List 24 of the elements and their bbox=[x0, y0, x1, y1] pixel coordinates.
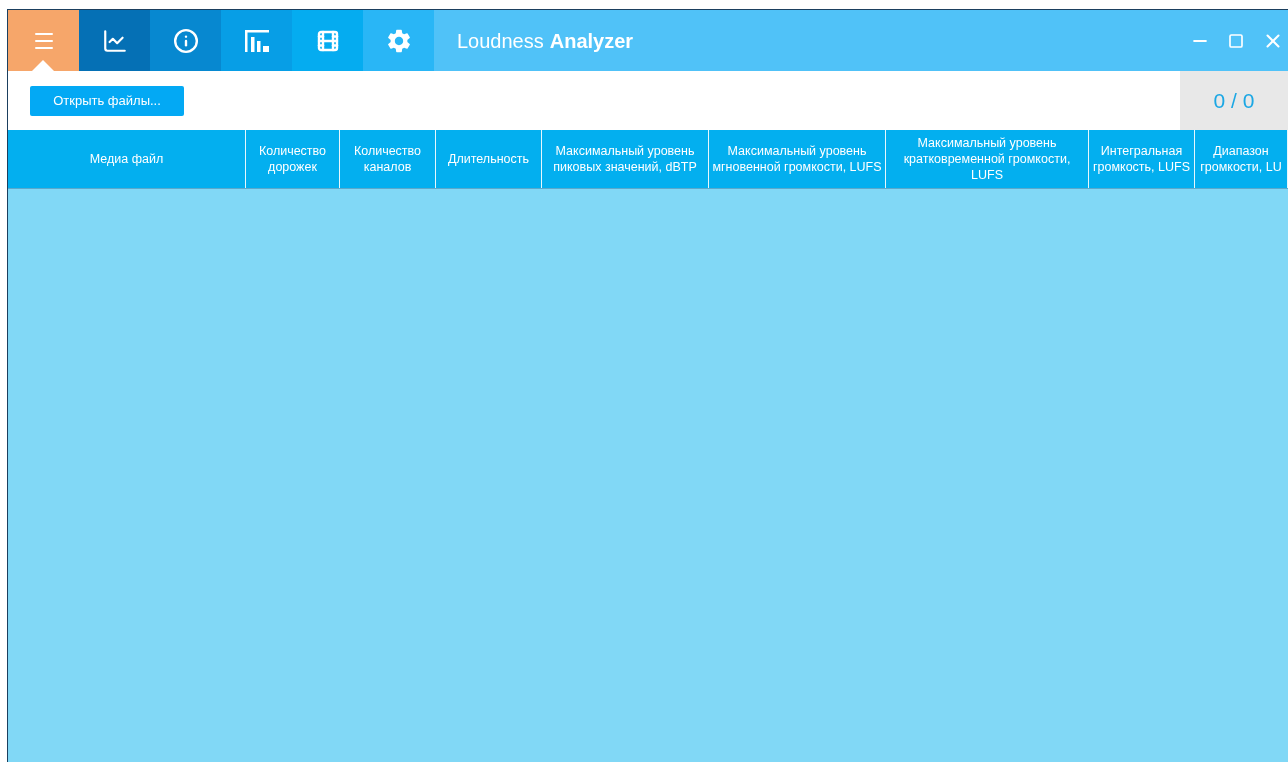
bar-chart-icon bbox=[243, 28, 270, 53]
file-counter: 0 / 0 bbox=[1180, 71, 1288, 130]
toolbar-tab[interactable] bbox=[79, 10, 150, 71]
column-header[interactable]: Интегральная громкость, LUFS bbox=[1089, 130, 1195, 188]
toolbar-tab[interactable] bbox=[292, 10, 363, 71]
toolbar-tab[interactable] bbox=[363, 10, 434, 71]
column-header[interactable]: Максимальный уровень пиковых значений, dBTP bbox=[542, 130, 709, 188]
info-icon bbox=[172, 27, 199, 54]
maximize-icon[interactable] bbox=[1228, 32, 1244, 49]
open-files-button[interactable]: Открыть файлы... bbox=[30, 85, 184, 116]
line-chart-icon bbox=[101, 27, 128, 54]
toolbar-tab[interactable] bbox=[221, 10, 292, 71]
toolbar-tab[interactable] bbox=[150, 10, 221, 71]
column-header[interactable]: Диапазон громкости, LU bbox=[1195, 130, 1288, 188]
film-icon bbox=[315, 28, 340, 53]
column-header[interactable]: Длительность bbox=[436, 130, 542, 188]
column-header[interactable]: Количество каналов bbox=[340, 130, 436, 188]
column-header[interactable]: Максимальный уровень кратковременной громкости, LUFS bbox=[886, 130, 1089, 188]
column-header[interactable]: Количество дорожек bbox=[246, 130, 340, 188]
column-header[interactable]: Медиа файл bbox=[8, 130, 246, 188]
toolbar-tab[interactable] bbox=[8, 10, 79, 71]
app-title: Loudness bbox=[457, 28, 544, 54]
app-title: Analyzer bbox=[549, 28, 634, 54]
column-header[interactable]: Максимальный уровень мгновенной громкости, LUFS bbox=[709, 130, 886, 188]
